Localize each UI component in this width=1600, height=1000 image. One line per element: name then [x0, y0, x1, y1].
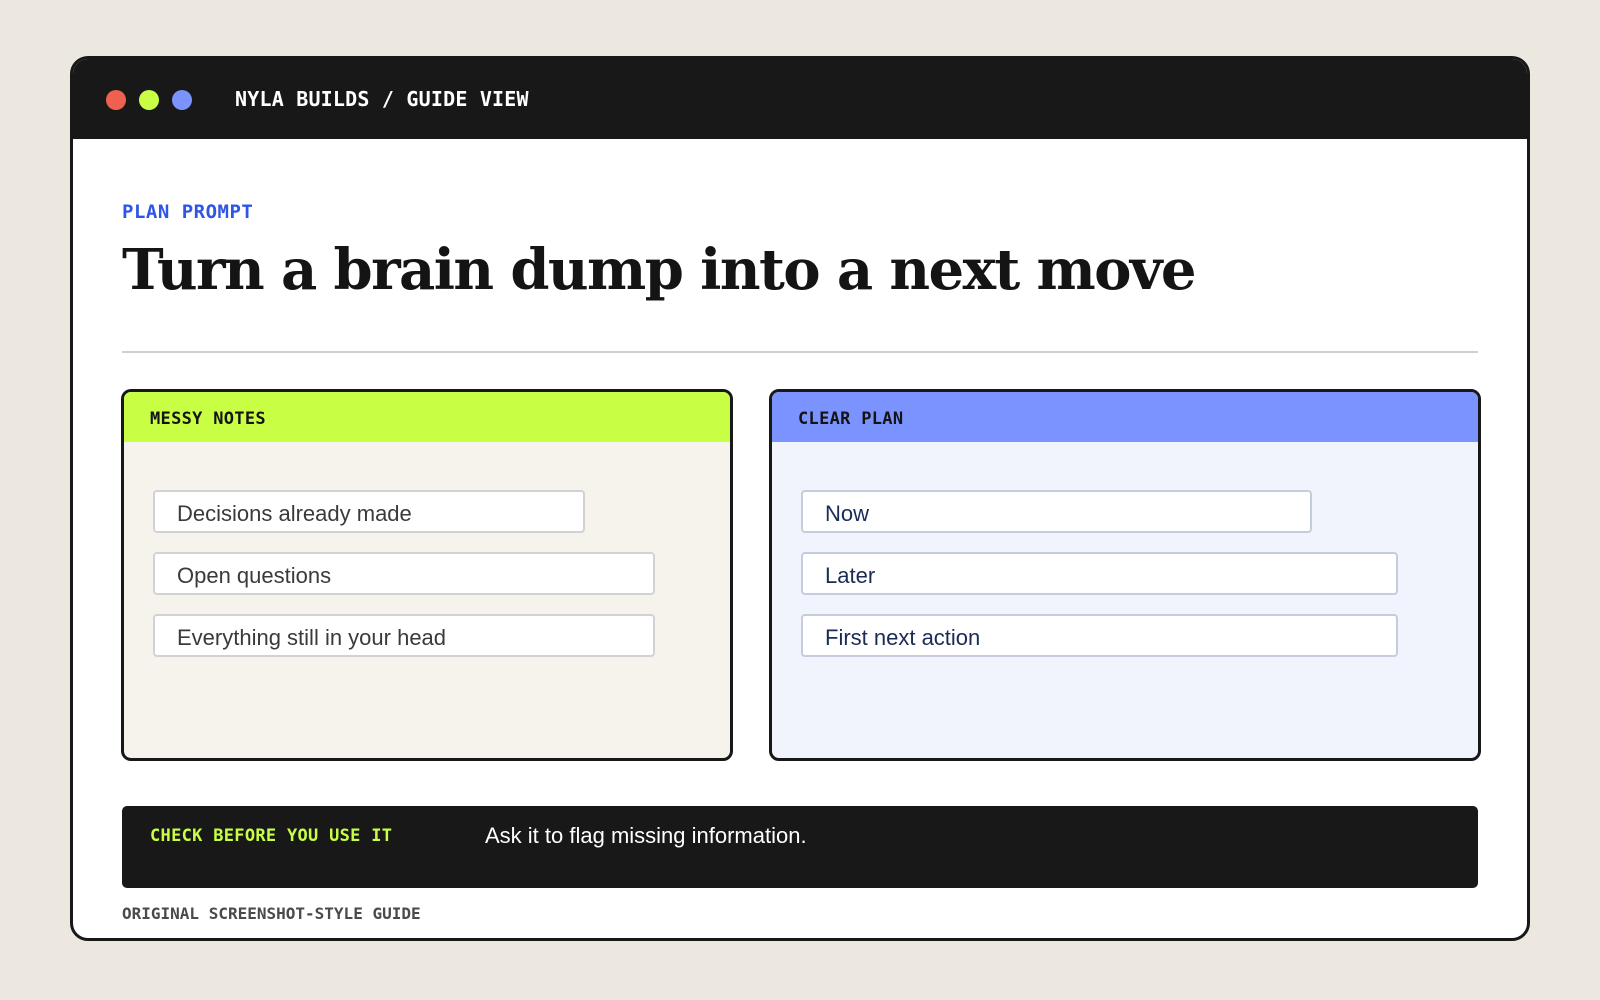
- minimize-window-button[interactable]: [139, 90, 159, 110]
- clear-plan-card: CLEAR PLAN Now Later First next action: [769, 389, 1481, 761]
- app-window: NYLA BUILDS / GUIDE VIEW PLAN PROMPT Tur…: [70, 56, 1530, 941]
- close-window-button[interactable]: [106, 90, 126, 110]
- messy-note-item: Everything still in your head: [153, 614, 655, 657]
- divider: [122, 351, 1478, 353]
- footer-caption: ORIGINAL SCREENSHOT-STYLE GUIDE: [122, 904, 421, 923]
- messy-note-item: Open questions: [153, 552, 655, 595]
- window-titlebar: NYLA BUILDS / GUIDE VIEW: [73, 59, 1527, 139]
- plan-item: Later: [801, 552, 1398, 595]
- tip-text: Ask it to flag missing information.: [485, 823, 807, 848]
- clear-plan-header: CLEAR PLAN: [772, 392, 1478, 442]
- messy-notes-card: MESSY NOTES Decisions already made Open …: [121, 389, 733, 761]
- plan-item: First next action: [801, 614, 1398, 657]
- tip-banner: CHECK BEFORE YOU USE IT Ask it to flag m…: [122, 806, 1478, 888]
- page-title: Turn a brain dump into a next move: [122, 237, 1197, 303]
- tip-label: CHECK BEFORE YOU USE IT: [150, 826, 393, 846]
- maximize-window-button[interactable]: [172, 90, 192, 110]
- section-eyebrow: PLAN PROMPT: [122, 201, 254, 223]
- window-title: NYLA BUILDS / GUIDE VIEW: [235, 87, 529, 111]
- messy-notes-header: MESSY NOTES: [124, 392, 730, 442]
- plan-item: Now: [801, 490, 1312, 533]
- messy-note-item: Decisions already made: [153, 490, 585, 533]
